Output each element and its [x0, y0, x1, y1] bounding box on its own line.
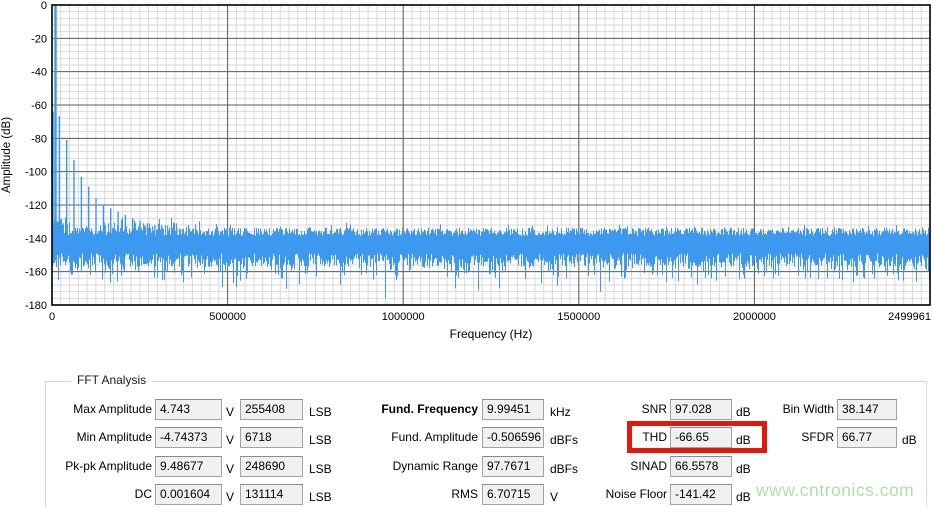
y-tick-label: -80 — [31, 133, 47, 145]
field-value-pk-pk-amplitude[interactable]: 9.48677 — [155, 456, 222, 477]
x-tick-label: 2000000 — [733, 311, 776, 323]
unit-label-pk-pk-amplitude: V — [226, 461, 234, 477]
y-tick-label: -100 — [25, 167, 47, 179]
y-tick-label: 0 — [41, 0, 47, 12]
field-label-pk-pk-amplitude: Pk-pk Amplitude — [0, 456, 152, 477]
x-tick-label: 0 — [49, 311, 55, 323]
y-tick-label: -120 — [25, 200, 47, 212]
y-tick-label: -40 — [31, 67, 47, 79]
field-label-dc: DC — [0, 484, 152, 505]
unit-label-max-amplitude: V — [226, 404, 234, 420]
field-label-sfdr: SFDR — [624, 427, 834, 448]
field-value-min-amplitude[interactable]: -4.74373 — [155, 427, 222, 448]
field-label-dynamic-range: Dynamic Range — [268, 456, 478, 477]
field-value-dc[interactable]: 0.001604 — [155, 484, 222, 505]
fft-analysis-title: FFT Analysis — [71, 373, 152, 387]
field-label-max-amplitude: Max Amplitude — [0, 399, 152, 420]
x-tick-label: 1500000 — [557, 311, 600, 323]
field-label-rms: RMS — [268, 484, 478, 505]
watermark-text: www.cntronics.com — [756, 480, 914, 501]
y-tick-label: -60 — [31, 100, 47, 112]
x-axis-title: Frequency (Hz) — [450, 327, 533, 341]
x-tick-label: 2499961 — [888, 311, 931, 323]
unit-label-dc: V — [226, 489, 234, 505]
unit-label-sinad: dB — [736, 461, 751, 477]
y-tick-label: -140 — [25, 233, 47, 245]
spectrum-svg: 0-20-40-60-80-100-120-140-160-1800500000… — [0, 0, 933, 352]
y-tick-label: -160 — [25, 267, 47, 279]
y-tick-label: -180 — [25, 300, 47, 312]
field-value-bin-width[interactable]: 38.147 — [837, 399, 897, 420]
field-value-max-amplitude[interactable]: 4.743 — [155, 399, 222, 420]
y-tick-label: -20 — [31, 33, 47, 45]
field-label-noise-floor: Noise Floor — [457, 484, 667, 505]
y-axis-title: Amplitude (dB) — [1, 117, 13, 193]
fft-spectrum-plot: 0-20-40-60-80-100-120-140-160-1800500000… — [0, 0, 933, 352]
field-value-sinad[interactable]: 66.5578 — [670, 456, 732, 477]
field-label-bin-width: Bin Width — [624, 399, 834, 420]
field-label-fund-frequency: Fund. Frequency — [268, 399, 478, 420]
field-value-sfdr[interactable]: 66.77 — [837, 427, 897, 448]
field-label-min-amplitude: Min Amplitude — [0, 427, 152, 448]
field-label-sinad: SINAD — [457, 456, 667, 477]
x-tick-label: 500000 — [209, 311, 246, 323]
unit-label-min-amplitude: V — [226, 432, 234, 448]
unit-label-noise-floor: dB — [736, 489, 751, 505]
unit-label-sfdr: dB — [902, 432, 917, 448]
field-label-fund-amplitude: Fund. Amplitude — [268, 427, 478, 448]
x-tick-label: 1000000 — [382, 311, 425, 323]
field-value-noise-floor[interactable]: -141.42 — [670, 484, 732, 505]
fft-analyzer-window: 0-20-40-60-80-100-120-140-160-1800500000… — [0, 0, 933, 507]
